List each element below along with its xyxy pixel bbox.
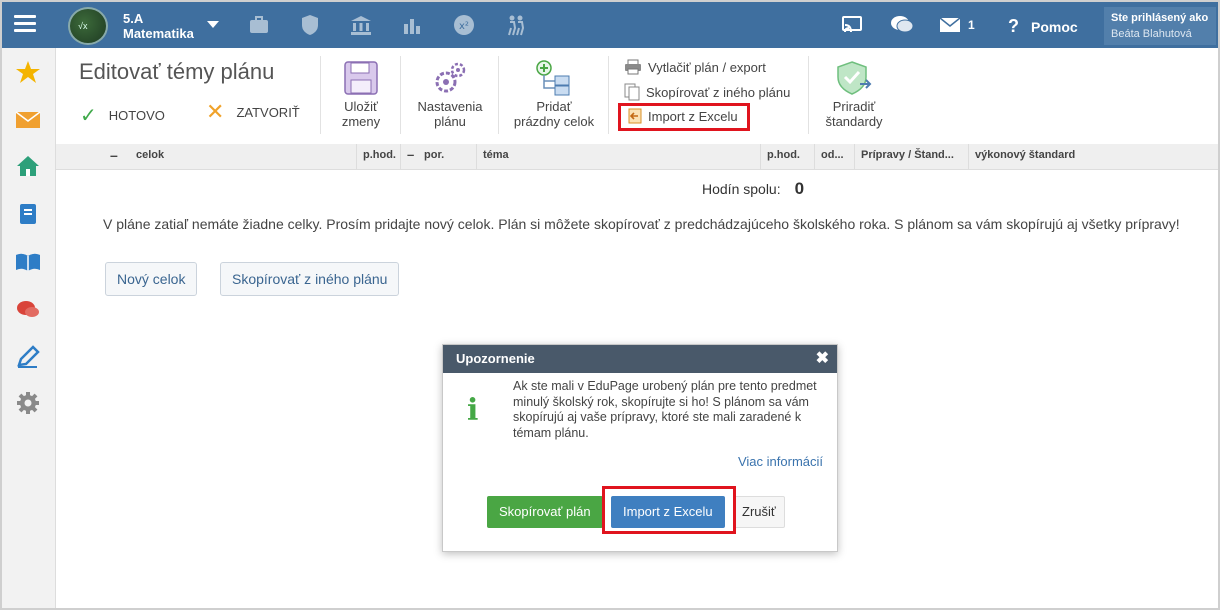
dialog-message: Ak ste mali v EduPage urobený plán pre t…: [513, 379, 817, 440]
print-export-link[interactable]: Vytlačiť plán / export: [624, 59, 766, 75]
close-icon[interactable]: ✖: [816, 345, 829, 373]
discussion-icon[interactable]: [15, 298, 41, 322]
bar-chart-icon[interactable]: [401, 14, 423, 36]
add-tree-icon: [536, 60, 570, 96]
home-icon[interactable]: [15, 154, 41, 178]
close-button[interactable]: ✕ ZATVORIŤ: [206, 99, 300, 124]
add-label-2: prázdny celok: [513, 114, 595, 129]
user-name: Beáta Blahutová: [1111, 28, 1192, 40]
shield-icon[interactable]: [299, 14, 321, 36]
notebook-icon[interactable]: [15, 202, 41, 226]
divider: [808, 56, 809, 134]
done-label: HOTOVO: [108, 108, 165, 123]
divider: [400, 56, 401, 134]
gears-icon: [435, 62, 466, 93]
total-hours-value: 0: [794, 179, 805, 198]
gear-icon[interactable]: [15, 391, 41, 415]
highlight-box: [602, 486, 736, 534]
svg-text:x²: x²: [459, 21, 469, 32]
class-name: 5.A: [123, 11, 144, 26]
class-selector[interactable]: 5.A Matematika: [123, 11, 194, 41]
column-header-topic[interactable]: téma: [476, 144, 760, 170]
subject-name: Matematika: [123, 26, 194, 41]
mail-icon: [939, 17, 961, 32]
column-header-hours[interactable]: p.hod.: [356, 144, 400, 170]
close-icon: ✕: [206, 99, 225, 124]
save-icon: [344, 61, 378, 95]
question-icon: ?: [1008, 16, 1019, 36]
top-bar: √x 5.A Matematika x² 1 ? Pomoc Ste prihl…: [2, 2, 1218, 48]
class-avatar[interactable]: √x: [68, 7, 108, 45]
dialog-header: Upozornenie ✖: [443, 345, 837, 373]
mail-count: 1: [968, 18, 975, 32]
page-title: Editovať témy plánu: [79, 59, 275, 84]
column-header-unit[interactable]: celok: [130, 144, 356, 170]
user-menu[interactable]: Ste prihlásený ako Beáta Blahutová: [1104, 7, 1216, 45]
highlight-box: [618, 103, 750, 131]
checkmark-icon: ✓: [80, 105, 97, 127]
close-label: ZATVORIŤ: [236, 104, 300, 120]
cancel-button[interactable]: Zrušiť: [733, 496, 785, 528]
collapse-toggle[interactable]: –: [104, 144, 118, 170]
column-header-hours-2[interactable]: p.hod.: [760, 144, 814, 170]
new-unit-button[interactable]: Nový celok: [105, 262, 198, 296]
save-label-1: Uložiť: [344, 99, 378, 114]
assign-standards-button[interactable]: Priradiť štandardy: [818, 60, 890, 129]
menu-icon[interactable]: [14, 15, 36, 33]
done-button[interactable]: ✓ HOTOVO: [80, 103, 165, 128]
table-header: – celok p.hod. – por. téma p.hod. od... …: [56, 144, 1218, 170]
dialog-title: Upozornenie: [456, 351, 535, 366]
cast-icon[interactable]: [842, 15, 862, 35]
copy-plan-button[interactable]: Skopírovať plán: [487, 496, 603, 528]
help-label: Pomoc: [1031, 18, 1078, 35]
info-icon: i: [467, 393, 479, 428]
column-header-preparations[interactable]: Prípravy / Štand...: [854, 144, 968, 170]
divider: [608, 56, 609, 134]
app-frame: √x 5.A Matematika x² 1 ? Pomoc Ste prihl…: [0, 0, 1220, 610]
copy-label: Skopírovať z iného plánu: [646, 84, 791, 100]
standards-label-1: Priradiť: [832, 99, 876, 114]
briefcase-icon[interactable]: [248, 14, 270, 36]
print-label: Vytlačiť plán / export: [648, 59, 766, 75]
empty-plan-message: V pláne zatiaľ nemáte žiadne celky. Pros…: [103, 216, 1180, 232]
chevron-down-icon[interactable]: [207, 21, 219, 28]
copy-icon: [624, 83, 640, 101]
chat-icon[interactable]: [890, 14, 914, 36]
institution-icon[interactable]: [350, 14, 372, 36]
logged-in-label: Ste prihlásený ako: [1111, 12, 1209, 24]
add-empty-unit-button[interactable]: Pridať prázdny celok: [508, 60, 600, 129]
more-info-link[interactable]: Viac informácií: [738, 454, 823, 469]
students-icon[interactable]: [505, 14, 527, 36]
column-header-standard[interactable]: výkonový štandard: [968, 144, 1218, 170]
divider: [498, 56, 499, 134]
pencil-icon[interactable]: [15, 345, 41, 369]
save-label-2: zmeny: [341, 114, 381, 129]
save-button[interactable]: Uložiť zmeny: [334, 60, 388, 129]
star-icon[interactable]: [15, 60, 41, 84]
copy-from-plan-link[interactable]: Skopírovať z iného plánu: [624, 83, 790, 101]
total-hours: Hodín spolu: 0: [702, 179, 804, 199]
settings-label-1: Nastavenia: [417, 99, 483, 114]
help-button[interactable]: ? Pomoc: [1008, 16, 1078, 37]
copy-from-plan-button[interactable]: Skopírovať z iného plánu: [220, 262, 400, 296]
toolbar: Editovať témy plánu ✓ HOTOVO ✕ ZATVORIŤ …: [56, 48, 1218, 144]
plan-settings-button[interactable]: Nastavenia plánu: [412, 60, 488, 129]
column-header-from[interactable]: od...: [814, 144, 854, 170]
collapse-toggle[interactable]: –: [400, 144, 420, 170]
divider: [320, 56, 321, 134]
settings-label-2: plánu: [434, 114, 466, 129]
formula-icon[interactable]: x²: [453, 14, 475, 36]
printer-icon: [625, 59, 641, 75]
add-label-1: Pridať: [536, 99, 572, 114]
total-hours-label: Hodín spolu:: [702, 181, 781, 197]
standards-label-2: štandardy: [825, 114, 883, 129]
column-header-order[interactable]: por.: [418, 144, 476, 170]
sidebar: [2, 48, 56, 608]
shield-check-icon: [837, 61, 872, 95]
mail-icon[interactable]: [15, 108, 41, 132]
book-icon[interactable]: [15, 250, 41, 274]
mail-button[interactable]: 1: [939, 2, 975, 48]
